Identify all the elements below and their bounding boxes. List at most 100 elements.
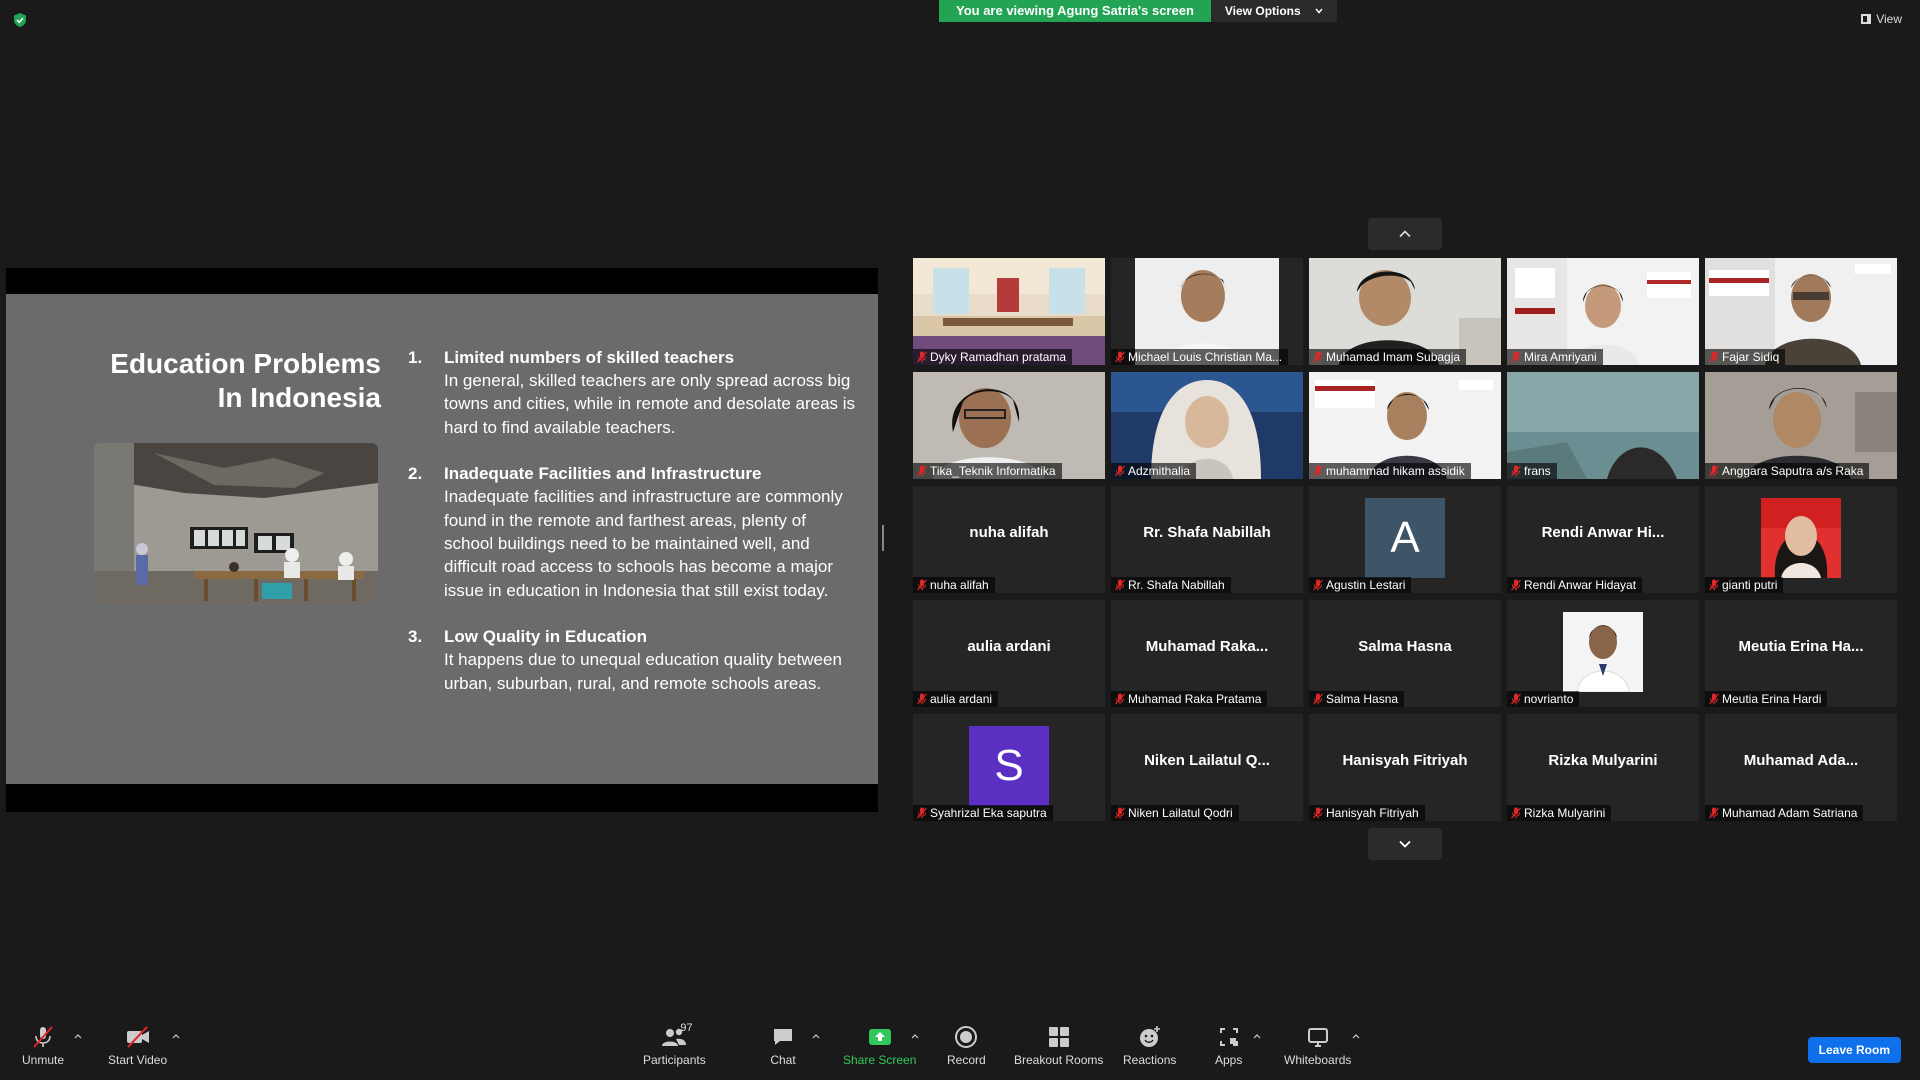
whiteboards-button[interactable]: Whiteboards [1284, 1024, 1351, 1067]
participant-name: Rr. Shafa Nabillah [1128, 578, 1225, 592]
apps-button[interactable]: Apps [1215, 1024, 1242, 1067]
muted-mic-icon [1115, 579, 1125, 591]
participant-tile[interactable]: Tika_Teknik Informatika [913, 372, 1105, 479]
muted-mic-icon [1313, 693, 1323, 705]
participant-tile[interactable]: Hanisyah Fitriyah Hanisyah Fitriyah [1309, 714, 1501, 821]
participant-tile[interactable]: frans [1507, 372, 1699, 479]
slide-list-item: 2. Inadequate Facilities and Infrastruct… [408, 462, 858, 602]
reactions-button[interactable]: Reactions [1123, 1024, 1176, 1067]
participant-display-name: Meutia Erina Ha... [1738, 638, 1864, 655]
participant-tile[interactable]: Niken Lailatul Q... Niken Lailatul Qodri [1111, 714, 1303, 821]
avatar [1563, 612, 1643, 692]
participant-name-tag: Anggara Saputra a/s Raka [1705, 463, 1870, 479]
participant-name-tag: aulia ardani [913, 691, 999, 707]
chevron-down-icon [1399, 840, 1411, 848]
avatar [1761, 498, 1841, 578]
record-button[interactable]: Record [947, 1024, 986, 1067]
participant-name: Adzmithalia [1128, 464, 1191, 478]
participant-tile[interactable]: gianti putri [1705, 486, 1897, 593]
muted-mic-icon [1709, 351, 1719, 363]
participant-tile[interactable]: Meutia Erina Ha... Meutia Erina Hardi [1705, 600, 1897, 707]
unmute-button[interactable]: Unmute [22, 1024, 64, 1067]
share-screen-button[interactable]: Share Screen [843, 1024, 916, 1067]
participant-name: Meutia Erina Hardi [1722, 692, 1822, 706]
participant-tile[interactable]: Rizka Mulyarini Rizka Mulyarini [1507, 714, 1699, 821]
participant-tile[interactable]: Salma Hasna Salma Hasna [1309, 600, 1501, 707]
breakout-rooms-icon [1048, 1027, 1069, 1047]
view-button[interactable]: View [1861, 12, 1902, 26]
participant-name-tag: Mira Amriyani [1507, 349, 1603, 365]
participant-name: Hanisyah Fitriyah [1326, 806, 1419, 820]
leave-room-button[interactable]: Leave Room [1807, 1037, 1901, 1063]
participant-tile[interactable]: Muhamad Imam Subagja [1309, 258, 1501, 365]
participant-name: nuha alifah [930, 578, 989, 592]
audio-options-chevron-icon[interactable] [74, 1032, 82, 1040]
reactions-label: Reactions [1123, 1053, 1177, 1067]
participants-count: 97 [680, 1022, 693, 1034]
participant-tile[interactable]: aulia ardani aulia ardani [913, 600, 1105, 707]
slide-list: 1. Limited numbers of skilled teachers I… [408, 346, 858, 718]
participant-name-tag: Muhamad Raka Pratama [1111, 691, 1268, 707]
view-options-button[interactable]: View Options [1210, 0, 1337, 22]
participant-name: novrianto [1524, 692, 1574, 706]
muted-mic-icon [1313, 465, 1323, 477]
participant-tile[interactable]: nuha alifah nuha alifah [913, 486, 1105, 593]
participant-tile[interactable]: Muhamad Raka... Muhamad Raka Pratama [1111, 600, 1303, 707]
participant-name-tag: Rizka Mulyarini [1507, 805, 1612, 821]
participant-tile[interactable]: S Syahrizal Eka saputra [913, 714, 1105, 821]
chat-button[interactable]: Chat [770, 1024, 796, 1067]
participants-button[interactable]: 97 Participants [643, 1022, 706, 1067]
participant-tile[interactable]: muhammad hikam assidik [1309, 372, 1501, 479]
share-banner-label: You are viewing Agung Satria's screen [939, 0, 1211, 22]
muted-mic-icon [1115, 693, 1125, 705]
split-resize-handle[interactable] [882, 525, 884, 551]
apps-options-chevron-icon[interactable] [1253, 1032, 1261, 1040]
participant-display-name: Niken Lailatul Q... [1144, 752, 1270, 769]
participant-tile[interactable]: Rendi Anwar Hi... Rendi Anwar Hidayat [1507, 486, 1699, 593]
slide-title: Education Problems In Indonesia [61, 347, 381, 415]
breakout-rooms-button[interactable]: Breakout Rooms [1014, 1024, 1103, 1067]
participant-tile[interactable]: novrianto [1507, 600, 1699, 707]
participant-tile[interactable]: Michael Louis Christian Ma... [1111, 258, 1303, 365]
participant-tile[interactable]: A Agustin Lestari [1309, 486, 1501, 593]
participant-tile[interactable]: Anggara Saputra a/s Raka [1705, 372, 1897, 479]
participant-tile[interactable]: Dyky Ramadhan pratama [913, 258, 1105, 365]
avatar: S [969, 726, 1049, 806]
participant-name-tag: Fajar Sidiq [1705, 349, 1786, 365]
participant-name-tag: Michael Louis Christian Ma... [1111, 349, 1289, 365]
participant-name-tag: Muhamad Adam Satriana [1705, 805, 1864, 821]
muted-mic-icon [1511, 579, 1521, 591]
participant-name-tag: Syahrizal Eka saputra [913, 805, 1053, 821]
participant-tile[interactable]: Fajar Sidiq [1705, 258, 1897, 365]
whiteboard-options-chevron-icon[interactable] [1352, 1032, 1360, 1040]
participant-tile[interactable]: Mira Amriyani [1507, 258, 1699, 365]
participant-tile[interactable]: Adzmithalia [1111, 372, 1303, 479]
security-shield-icon[interactable] [12, 12, 28, 28]
participant-tile[interactable]: Muhamad Ada... Muhamad Adam Satriana [1705, 714, 1897, 821]
participants-label: Participants [643, 1053, 706, 1067]
meeting-toolbar: Unmute Start Video 97 Participants Chat … [0, 1018, 1920, 1080]
muted-mic-icon [1709, 807, 1719, 819]
chat-options-chevron-icon[interactable] [812, 1032, 820, 1040]
slide-title-line1: Education Problems [110, 348, 381, 379]
chevron-down-icon [1315, 8, 1323, 14]
share-options-chevron-icon[interactable] [911, 1032, 919, 1040]
muted-mic-icon [1313, 579, 1323, 591]
gallery-page-down-button[interactable] [1368, 828, 1442, 860]
muted-mic-icon [1709, 465, 1719, 477]
video-options-chevron-icon[interactable] [172, 1032, 180, 1040]
start-video-button[interactable]: Start Video [108, 1024, 167, 1067]
slide-item-number: 3. [408, 627, 423, 647]
participant-name: Michael Louis Christian Ma... [1128, 350, 1283, 364]
muted-mic-icon [1313, 807, 1323, 819]
gallery-view-icon [1861, 14, 1872, 24]
participant-display-name: Rizka Mulyarini [1548, 752, 1658, 769]
gallery-page-up-button[interactable] [1368, 218, 1442, 250]
apps-icon [1219, 1028, 1238, 1046]
slide-item-text: In general, skilled teachers are only sp… [444, 371, 856, 437]
participant-name: Agustin Lestari [1326, 578, 1406, 592]
participant-name: Dyky Ramadhan pratama [930, 350, 1067, 364]
record-label: Record [947, 1053, 986, 1067]
classroom-photo [94, 443, 378, 603]
participant-tile[interactable]: Rr. Shafa Nabillah Rr. Shafa Nabillah [1111, 486, 1303, 593]
